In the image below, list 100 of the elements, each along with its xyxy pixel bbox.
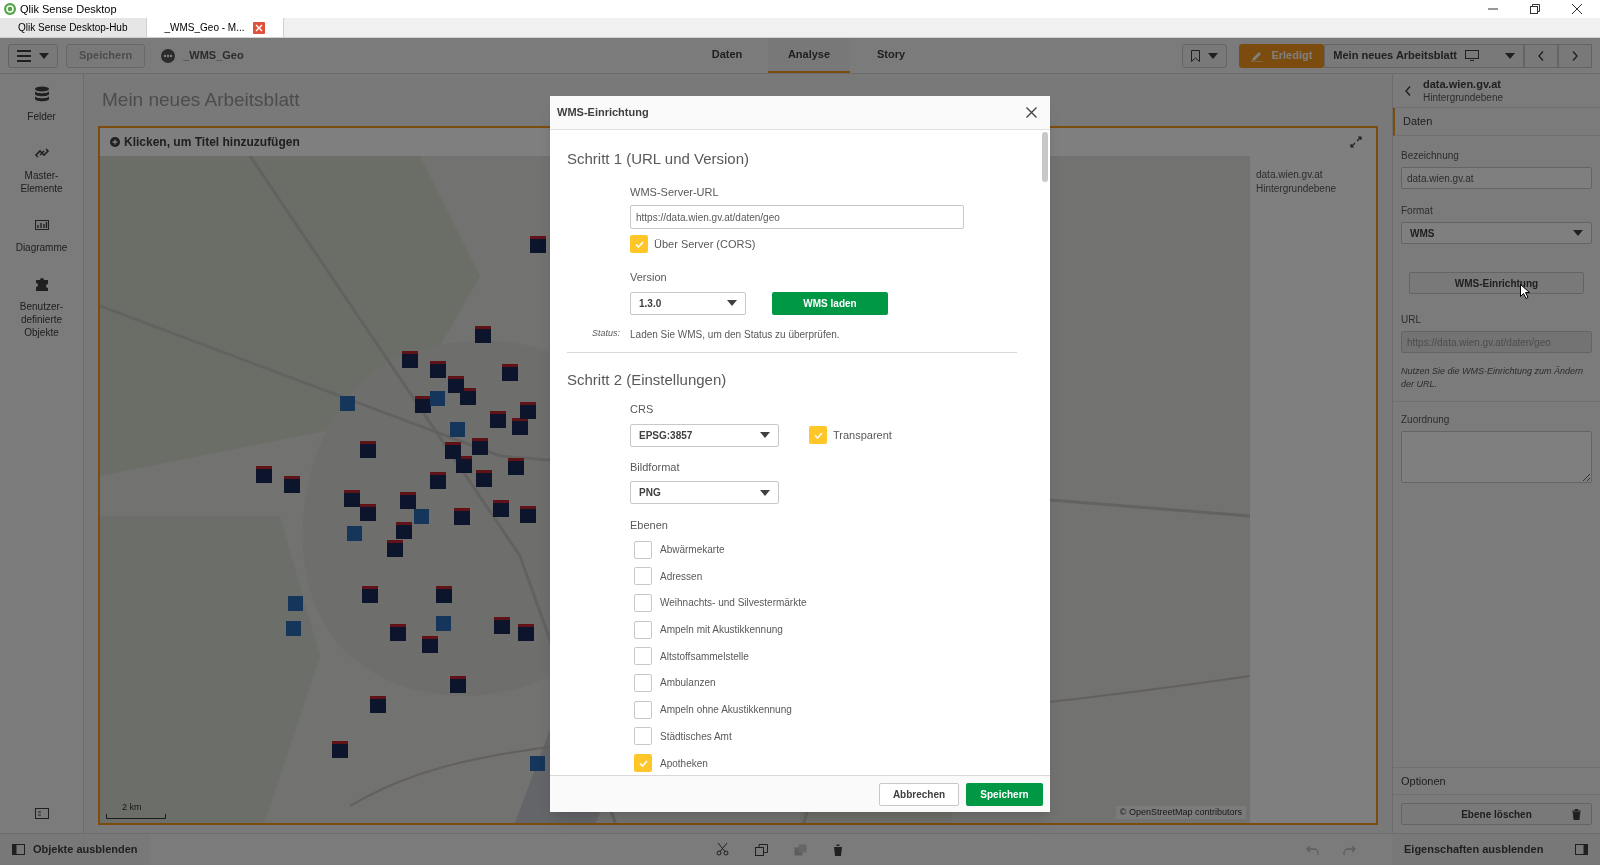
paste-icon[interactable]: [794, 843, 807, 856]
pencil-icon: [1251, 49, 1264, 62]
checkbox-label: Ampeln ohne Akustikkennung: [660, 703, 792, 718]
checkbox[interactable]: [809, 426, 827, 444]
section-heading: Schritt 2 (Einstellungen): [567, 369, 728, 390]
hint-text: Nutzen Sie die WMS-Einrichtung zum Ändern der URL.: [1401, 365, 1585, 391]
section-heading: Schritt 1 (URL und Version): [567, 149, 751, 169]
redo-icon[interactable]: [1343, 844, 1356, 855]
panel-icon: [1575, 844, 1588, 855]
check-icon: [638, 759, 648, 767]
database-icon: [33, 86, 50, 102]
field-label: Zuordnung: [1401, 413, 1451, 427]
trash-icon: [1572, 808, 1581, 820]
checkbox[interactable]: [634, 647, 652, 666]
menu-icon: [17, 49, 31, 62]
scale-bar-icon: [106, 814, 166, 819]
field-label: Bezeichnung: [1401, 149, 1460, 163]
previous-sheet-button[interactable]: [1524, 43, 1558, 68]
scale-label: 2 km: [121, 800, 143, 814]
asset-tab[interactable]: Master-Elemente: [6, 141, 77, 199]
checkbox-label: Apotheken: [660, 756, 708, 771]
save-button[interactable]: Speichern: [966, 782, 1043, 806]
nav-tab[interactable]: Story: [850, 38, 932, 73]
field-label: Format: [1401, 204, 1434, 218]
section-header[interactable]: Daten: [1393, 108, 1600, 136]
checkbox-label: Transparent: [833, 427, 892, 443]
checkbox-label: Altstoffsammelstelle: [660, 649, 749, 664]
field-label: URL: [1401, 313, 1422, 327]
check-icon: [813, 431, 823, 439]
name-field[interactable]: data.wien.gv.at: [1401, 167, 1592, 189]
field-label: CRS: [630, 402, 655, 417]
checkbox[interactable]: [634, 567, 652, 586]
format-select[interactable]: WMS: [1401, 222, 1592, 244]
delete-layer-button[interactable]: Ebene löschen: [1401, 803, 1592, 825]
cancel-button[interactable]: Abbrechen: [879, 782, 959, 806]
back-icon[interactable]: [1405, 85, 1411, 96]
object-title-placeholder[interactable]: Klicken, um Titel hinzuzufügen: [124, 133, 300, 151]
scissors-icon[interactable]: [716, 843, 729, 856]
checkbox[interactable]: [634, 673, 652, 692]
close-icon[interactable]: [1572, 4, 1582, 14]
checkbox[interactable]: [634, 700, 652, 719]
chevron-left-icon: [1538, 50, 1544, 61]
browser-tab[interactable]: _WMS_Geo - M...: [146, 18, 284, 37]
checkbox-label: Ampeln mit Akustikkennung: [660, 623, 783, 638]
asset-tab[interactable]: Felder: [6, 82, 77, 127]
field-label: Bildformat: [630, 459, 681, 475]
scrollbar-thumb[interactable]: [1042, 132, 1048, 182]
section-header[interactable]: Optionen: [1393, 767, 1600, 795]
field-label: Ebenen: [630, 518, 669, 533]
checkbox[interactable]: [634, 754, 652, 772]
nav-tab[interactable]: Daten: [686, 38, 768, 73]
checkbox[interactable]: [630, 235, 648, 253]
caret-icon: [39, 52, 49, 59]
caret-icon: [1208, 52, 1219, 59]
restore-icon[interactable]: [1530, 4, 1540, 14]
checkbox[interactable]: [634, 593, 652, 612]
menu-button[interactable]: [8, 43, 58, 68]
puzzle-icon: [33, 276, 50, 292]
checkbox-label: Ambulanzen: [660, 676, 716, 691]
sheet-icon: [1465, 50, 1479, 61]
check-icon: [634, 240, 644, 248]
checkbox-label: Städtisches Amt: [660, 729, 732, 744]
load-wms-button[interactable]: WMS laden: [772, 291, 888, 315]
next-sheet-button[interactable]: [1558, 43, 1592, 68]
checkbox[interactable]: [634, 727, 652, 746]
checkbox[interactable]: [634, 620, 652, 639]
browser-tab[interactable]: Qlik Sense Desktop-Hub: [0, 18, 147, 37]
caret-icon: [1573, 230, 1583, 236]
panel-icon: [12, 844, 25, 855]
version-select[interactable]: 1.3.0: [630, 291, 746, 315]
checkbox-label: Abwärmekarte: [660, 543, 725, 557]
caret-icon: [1505, 52, 1515, 59]
field-label: Version: [630, 270, 668, 285]
panel-subtitle: Hintergrundebene: [1423, 90, 1504, 104]
app-logo-icon: [4, 3, 16, 15]
panel-icon[interactable]: [34, 808, 49, 819]
checkbox-label: Adressen: [660, 569, 703, 584]
undo-icon[interactable]: [1306, 844, 1319, 855]
checkbox[interactable]: [634, 540, 652, 559]
mapping-textarea[interactable]: [1401, 431, 1592, 483]
trash-icon[interactable]: [833, 843, 843, 856]
wms-setup-button[interactable]: WMS-Einrichtung: [1409, 272, 1584, 294]
asset-tab[interactable]: Benutzer-definierte Objekte: [6, 272, 77, 343]
crs-select[interactable]: EPSG:3857: [630, 423, 779, 447]
window-title: Qlik Sense Desktop: [20, 1, 117, 17]
bookmark-icon: [1191, 49, 1201, 62]
legend-title: data.wien.gv.at: [1256, 168, 1324, 182]
caret-icon: [727, 300, 737, 306]
checkbox-label: Über Server (CORS): [654, 236, 756, 252]
sheet-selector[interactable]: Mein neues Arbeitsblatt: [1324, 43, 1524, 68]
image-format-select[interactable]: PNG: [630, 481, 779, 504]
asset-tab[interactable]: Diagramme: [6, 213, 77, 258]
checkbox-label: Weihnachts- und Silvestermärkte: [660, 596, 807, 611]
url-field[interactable]: https://data.wien.gv.at/daten/geo: [630, 205, 964, 229]
close-icon[interactable]: [1026, 107, 1037, 118]
expand-icon[interactable]: [1350, 136, 1362, 148]
bookmark-button[interactable]: [1182, 43, 1228, 68]
copy-icon[interactable]: [755, 843, 768, 856]
panel-title: data.wien.gv.at: [1423, 77, 1503, 91]
status-label: Status:: [592, 327, 620, 341]
